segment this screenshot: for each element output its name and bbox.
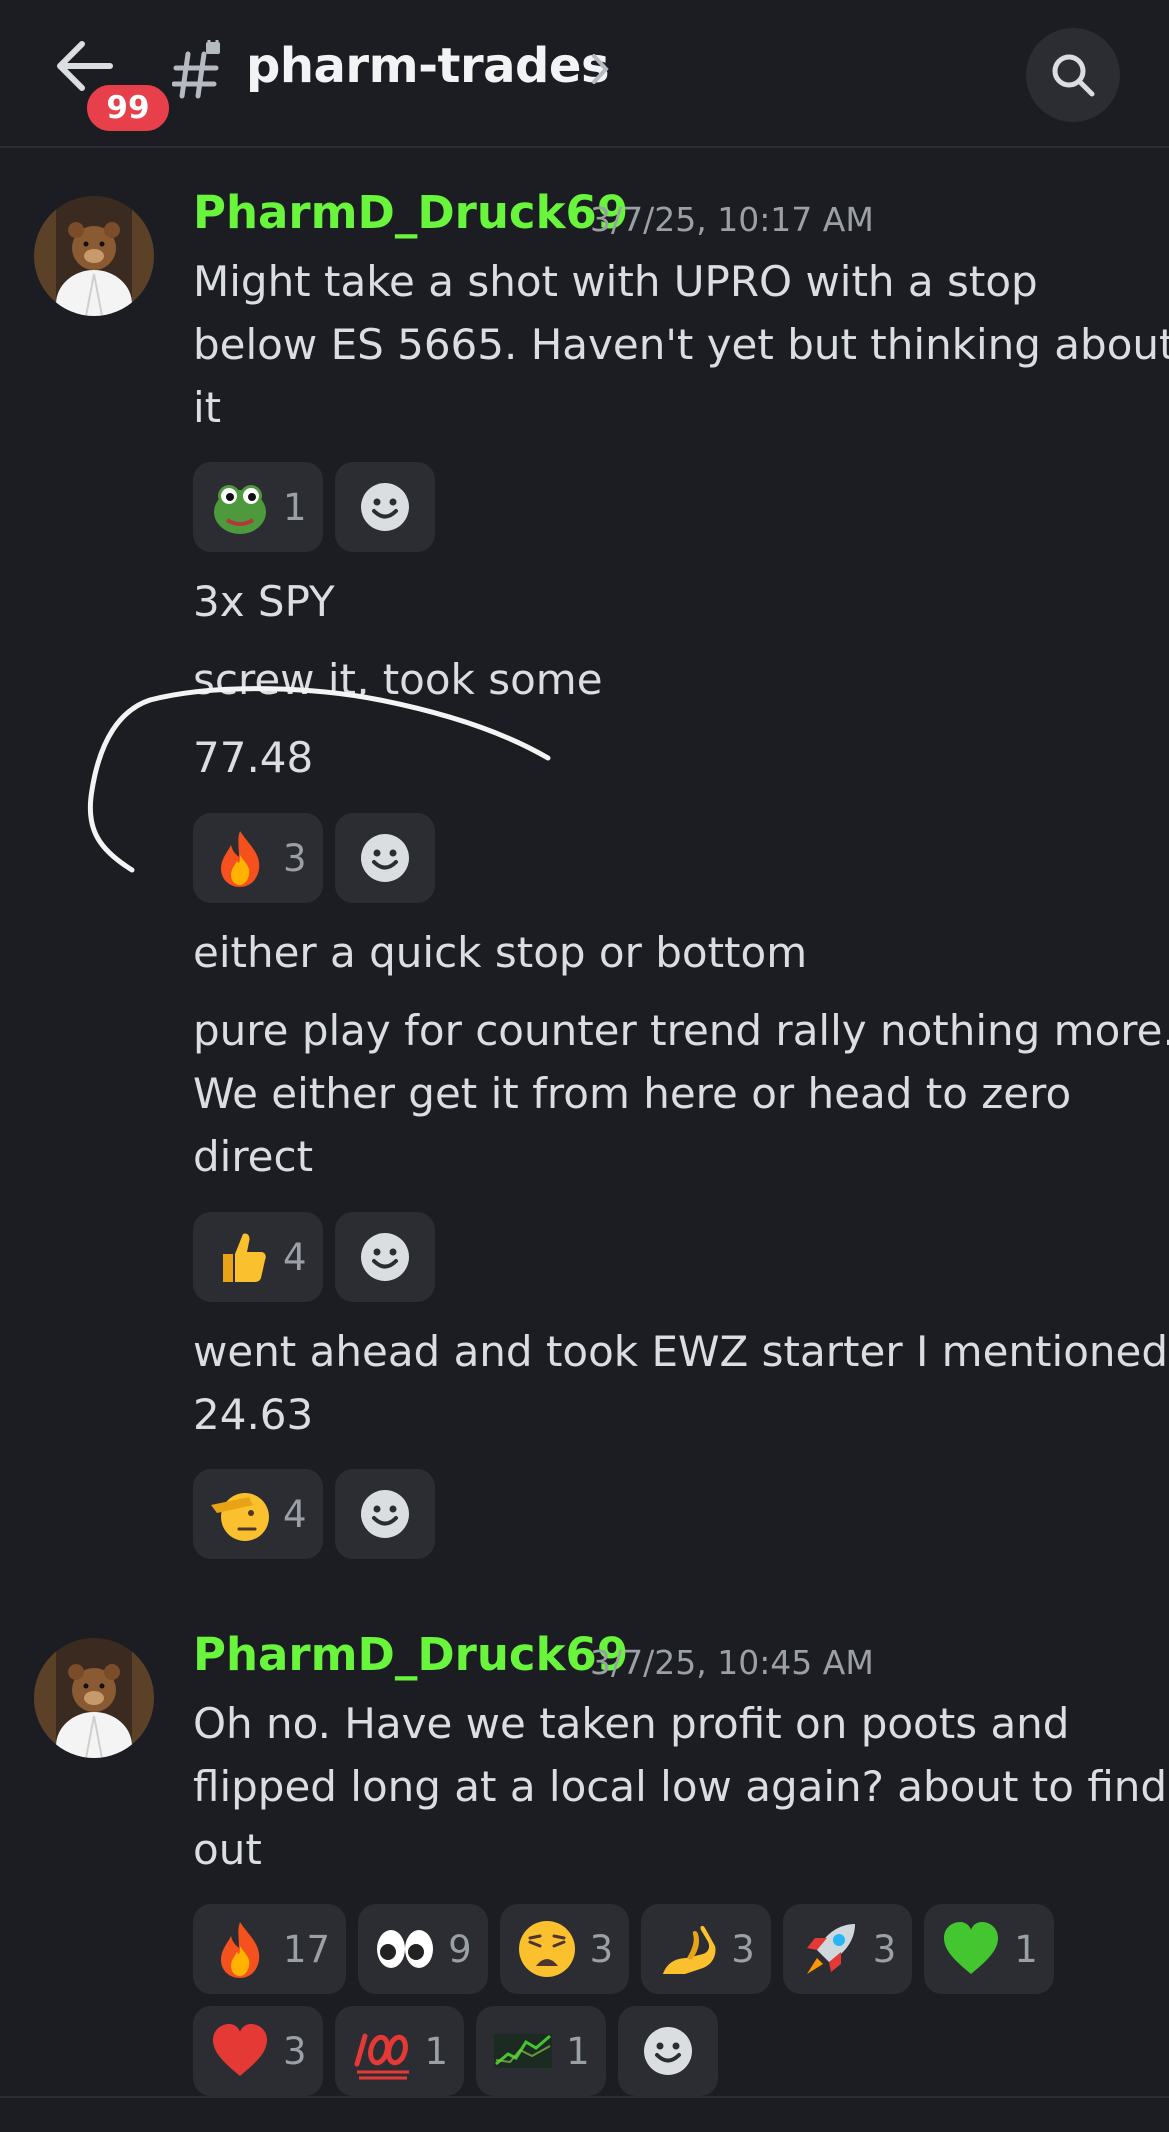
message-text: pure play for counter trend rally nothin…: [193, 1006, 1169, 1055]
reaction-pill[interactable]: 3: [193, 813, 323, 903]
thumbs-up-emoji-icon: [223, 1233, 266, 1282]
smiley-add-icon: [360, 1490, 409, 1538]
message-author[interactable]: PharmD_Druck69: [193, 186, 628, 239]
channel-header: 99 pharm-trades: [0, 0, 1169, 148]
reaction-pill[interactable]: 3: [193, 2006, 323, 2096]
smiley-add-icon: [643, 2027, 692, 2075]
reaction-count: 1: [566, 2029, 590, 2073]
reaction-count: 1: [424, 2029, 449, 2073]
saluting-face-emoji-icon: [211, 1493, 269, 1541]
reaction-row: 17 9 3 3 3 1: [193, 1904, 1054, 1994]
message-text: it: [193, 383, 222, 432]
reaction-row: 1: [193, 462, 435, 552]
message-text: Oh no. Have we taken profit on poots and: [193, 1699, 1070, 1748]
reaction-count: 9: [448, 1927, 472, 1971]
reaction-pill[interactable]: 1: [334, 2006, 465, 2096]
frog-emoji-icon: [214, 485, 266, 534]
reaction-row: 3 1 1: [193, 2006, 718, 2096]
reaction-pill[interactable]: 4: [193, 1212, 323, 1302]
smiley-add-icon: [360, 483, 409, 531]
search-button[interactable]: [1026, 28, 1120, 122]
hundred-points-emoji-icon: [354, 2033, 409, 2080]
green-heart-emoji-icon: [944, 1922, 999, 1974]
smiley-add-icon: [360, 834, 409, 882]
reaction-count: 3: [283, 836, 307, 880]
avatar[interactable]: [34, 196, 154, 316]
add-reaction-button[interactable]: [334, 1469, 435, 1559]
weary-face-emoji-icon: [518, 1921, 575, 1977]
add-reaction-button[interactable]: [334, 462, 435, 552]
reaction-count: 3: [731, 1927, 755, 1971]
message-text: We either get it from here or head to ze…: [193, 1069, 1072, 1118]
unread-badge: 99: [82, 80, 174, 136]
reaction-pill[interactable]: 9: [358, 1904, 488, 1994]
message-text: flipped long at a local low again? about…: [193, 1762, 1168, 1811]
reaction-count: 3: [283, 2029, 307, 2073]
chevron-right-icon[interactable]: [590, 52, 612, 86]
smiley-add-icon: [360, 1233, 409, 1281]
bottom-divider: [0, 2096, 1169, 2132]
message-text: went ahead and took EWZ starter I mentio…: [193, 1327, 1169, 1376]
eyes-emoji-icon: [377, 1930, 434, 1968]
add-reaction-button[interactable]: [334, 813, 435, 903]
message-text: below ES 5665. Haven't yet but thinking …: [193, 320, 1169, 369]
fire-emoji-icon: [221, 831, 260, 887]
reaction-pill[interactable]: 3: [641, 1904, 771, 1994]
message-timestamp: 3/7/25, 10:45 AM: [590, 1643, 874, 1682]
channel-name[interactable]: pharm-trades: [246, 38, 610, 94]
message-text: out: [193, 1825, 262, 1874]
reaction-pill[interactable]: 4: [193, 1469, 323, 1559]
message-text: direct: [193, 1132, 314, 1181]
search-icon: [1052, 54, 1095, 97]
reaction-pill[interactable]: 1: [476, 2006, 606, 2096]
reaction-pill[interactable]: 3: [782, 1904, 913, 1994]
red-heart-emoji-icon: [213, 2024, 267, 2076]
pinching-hand-emoji-icon: [663, 1925, 716, 1974]
rocket-emoji-icon: [806, 1924, 855, 1974]
reaction-pill[interactable]: 3: [499, 1904, 630, 1994]
text-channel-icon: [171, 40, 222, 100]
message-timestamp: 3/7/25, 10:17 AM: [590, 200, 874, 239]
add-reaction-button[interactable]: [617, 2006, 718, 2096]
message-author[interactable]: PharmD_Druck69: [193, 1628, 628, 1681]
fire-emoji-icon: [221, 1922, 260, 1978]
message-text: either a quick stop or bottom: [193, 928, 808, 977]
reaction-count: 4: [283, 1492, 307, 1536]
avatar[interactable]: [34, 1638, 154, 1758]
message-text: Might take a shot with UPRO with a stop: [193, 257, 1038, 306]
reaction-row: 4: [193, 1469, 435, 1559]
reaction-pill[interactable]: 1: [193, 462, 323, 552]
reaction-count: 3: [589, 1927, 614, 1971]
message-text: 24.63: [193, 1390, 314, 1439]
reaction-pill[interactable]: 1: [924, 1904, 1054, 1994]
add-reaction-button[interactable]: [334, 1212, 435, 1302]
reaction-count: 1: [1014, 1927, 1038, 1971]
message-text: 3x SPY: [193, 577, 335, 626]
chart-emoji-icon: [494, 2034, 553, 2068]
reaction-count: 4: [283, 1235, 307, 1279]
reaction-pill[interactable]: 17: [193, 1904, 347, 1994]
reaction-row: 4: [193, 1212, 435, 1302]
message-text: screw it, took some: [193, 655, 603, 704]
reaction-count: 3: [872, 1927, 897, 1971]
message-text: 77.48: [193, 733, 314, 782]
reaction-count: 1: [283, 485, 307, 529]
reaction-count: 17: [283, 1927, 331, 1971]
reaction-row: 3: [193, 813, 435, 903]
